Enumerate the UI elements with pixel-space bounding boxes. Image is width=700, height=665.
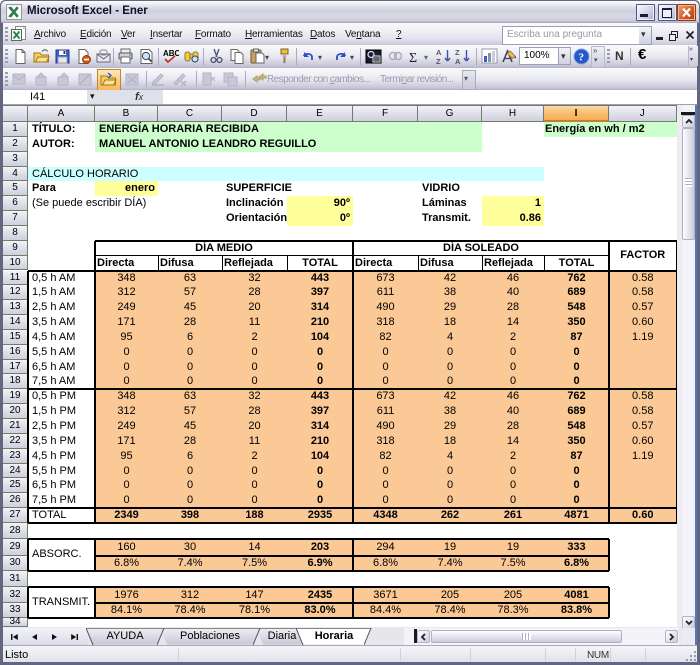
svg-text:ABC: ABC: [163, 49, 179, 58]
svg-text:A: A: [436, 48, 442, 57]
svg-text:A: A: [455, 57, 461, 65]
svg-text:?: ?: [579, 52, 585, 64]
svg-text:Σ: Σ: [409, 51, 417, 66]
svg-text:Z: Z: [436, 57, 441, 65]
svg-text:Z: Z: [455, 48, 460, 57]
